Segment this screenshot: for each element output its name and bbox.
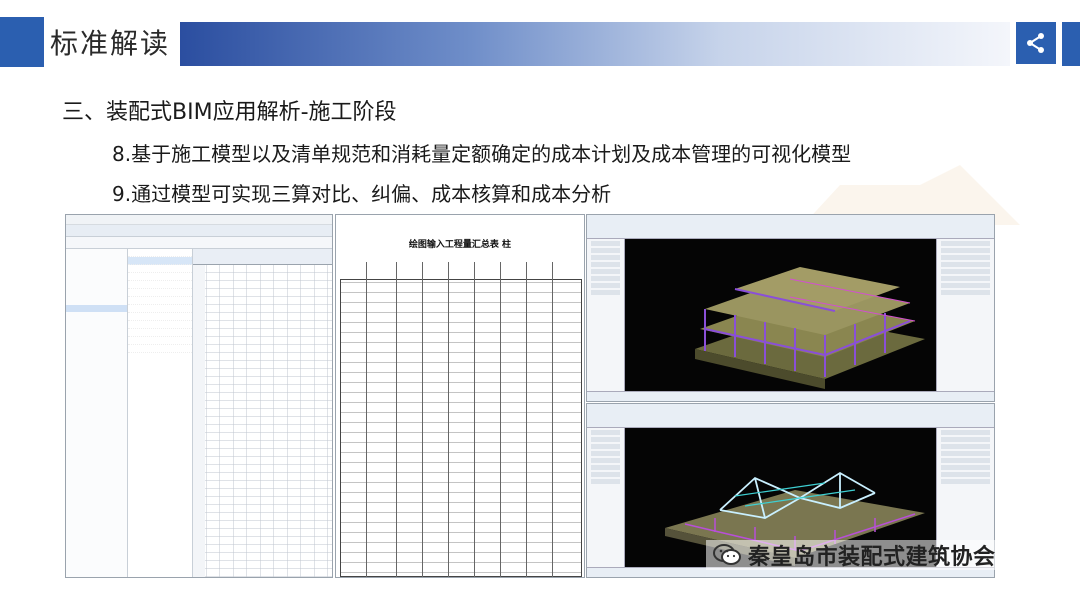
component-list — [128, 249, 193, 577]
header-gradient-bar — [180, 22, 1010, 66]
bullet-point-8: 8.基于施工模型以及清单规范和消耗量定额确定的成本计划及成本管理的可视化模型 — [112, 142, 852, 166]
summary-table — [340, 262, 582, 577]
table-col-divider — [422, 262, 423, 577]
section-heading: 三、装配式BIM应用解析-施工阶段 — [62, 100, 397, 125]
header-accent-block — [0, 17, 44, 67]
3d-viewport[interactable] — [625, 239, 936, 391]
association-name: 秦皇岛市装配式建筑协会 — [748, 545, 996, 570]
ribbon-toolbar — [587, 404, 994, 428]
toolbar — [66, 225, 332, 237]
bullet-point-9: 9.通过模型可实现三算对比、纠偏、成本核算和成本分析 — [112, 182, 612, 206]
summary-table-header — [340, 262, 582, 280]
left-nav-panel — [587, 428, 625, 567]
table-col-divider — [552, 262, 553, 577]
page-title: 标准解读 — [50, 27, 171, 60]
sheet-title: 绘图输入工程量汇总表 柱 — [408, 240, 512, 250]
right-property-panel — [936, 239, 994, 391]
table-col-divider — [448, 262, 449, 577]
grid-row-header — [193, 265, 205, 577]
table-col-divider — [526, 262, 527, 577]
quantity-grid — [193, 249, 332, 577]
share-button[interactable] — [1016, 22, 1056, 64]
table-col-divider — [366, 262, 367, 577]
ribbon-toolbar — [587, 215, 994, 239]
status-bar — [587, 391, 994, 401]
building-model-illustration — [695, 267, 925, 389]
table-col-divider — [474, 262, 475, 577]
share-icon — [1027, 33, 1044, 53]
tab-bar — [66, 237, 332, 249]
title-bar — [66, 215, 332, 225]
left-nav-panel — [587, 239, 625, 391]
summary-sheet: 绘图输入工程量汇总表 柱 — [335, 214, 585, 578]
grid-header — [193, 249, 332, 265]
project-tree — [66, 249, 128, 577]
wechat-icon — [713, 544, 741, 565]
source-credit: 秦皇岛市装配式建筑协会 — [706, 540, 1002, 570]
header-right-strip — [1062, 22, 1080, 66]
quantity-software-screenshot — [65, 214, 333, 578]
table-col-divider — [500, 262, 501, 577]
sheet-subheader — [336, 252, 584, 260]
table-col-divider — [396, 262, 397, 577]
bim-model-view-top — [586, 214, 995, 402]
